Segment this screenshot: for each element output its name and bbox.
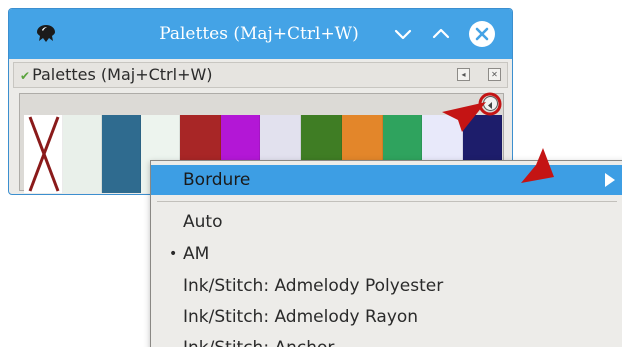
- dock-panel-header: ✔ Palettes (Maj+Ctrl+W) ◂ ✕: [13, 62, 508, 88]
- menu-item-admelody-rayon[interactable]: Ink/Stitch: Admelody Rayon: [151, 302, 622, 332]
- selected-bullet: •: [169, 246, 178, 262]
- dock-collapse-icon[interactable]: ◂: [457, 68, 470, 81]
- color-swatch[interactable]: [63, 115, 102, 193]
- menu-item-admelody-polyester[interactable]: Ink/Stitch: Admelody Polyester: [151, 271, 622, 301]
- close-icon[interactable]: [469, 21, 495, 47]
- menu-item-bordure[interactable]: Bordure: [151, 165, 622, 195]
- palette-menu-button[interactable]: [483, 96, 498, 111]
- dock-close-icon[interactable]: ✕: [488, 68, 501, 81]
- triangle-left-icon[interactable]: [484, 99, 497, 112]
- no-paint-icon: [28, 116, 60, 192]
- menu-item-am[interactable]: • AM: [151, 239, 622, 269]
- close-button[interactable]: [469, 21, 495, 47]
- palette-context-menu: Bordure Auto • AM Ink/Stitch: Admelody P…: [150, 160, 622, 347]
- check-icon: ✔: [20, 69, 31, 83]
- window-title: Palettes (Maj+Ctrl+W): [159, 24, 359, 44]
- submenu-arrow-icon: [605, 173, 615, 187]
- swatch-none[interactable]: [24, 115, 63, 193]
- dock-panel-title: Palettes (Maj+Ctrl+W): [32, 65, 213, 84]
- inkscape-icon: [37, 25, 55, 42]
- menu-separator: [157, 201, 617, 202]
- menu-item-anchor[interactable]: Ink/Stitch: Anchor: [151, 333, 622, 347]
- color-swatch[interactable]: [102, 115, 141, 193]
- screen: Palettes (Maj+Ctrl+W) ✔ Palettes (Maj+Ctr…: [0, 0, 622, 347]
- maximize-icon[interactable]: [427, 21, 455, 47]
- menu-item-auto[interactable]: Auto: [151, 207, 622, 237]
- minimize-icon[interactable]: [389, 21, 417, 47]
- window-titlebar[interactable]: Palettes (Maj+Ctrl+W): [9, 9, 512, 59]
